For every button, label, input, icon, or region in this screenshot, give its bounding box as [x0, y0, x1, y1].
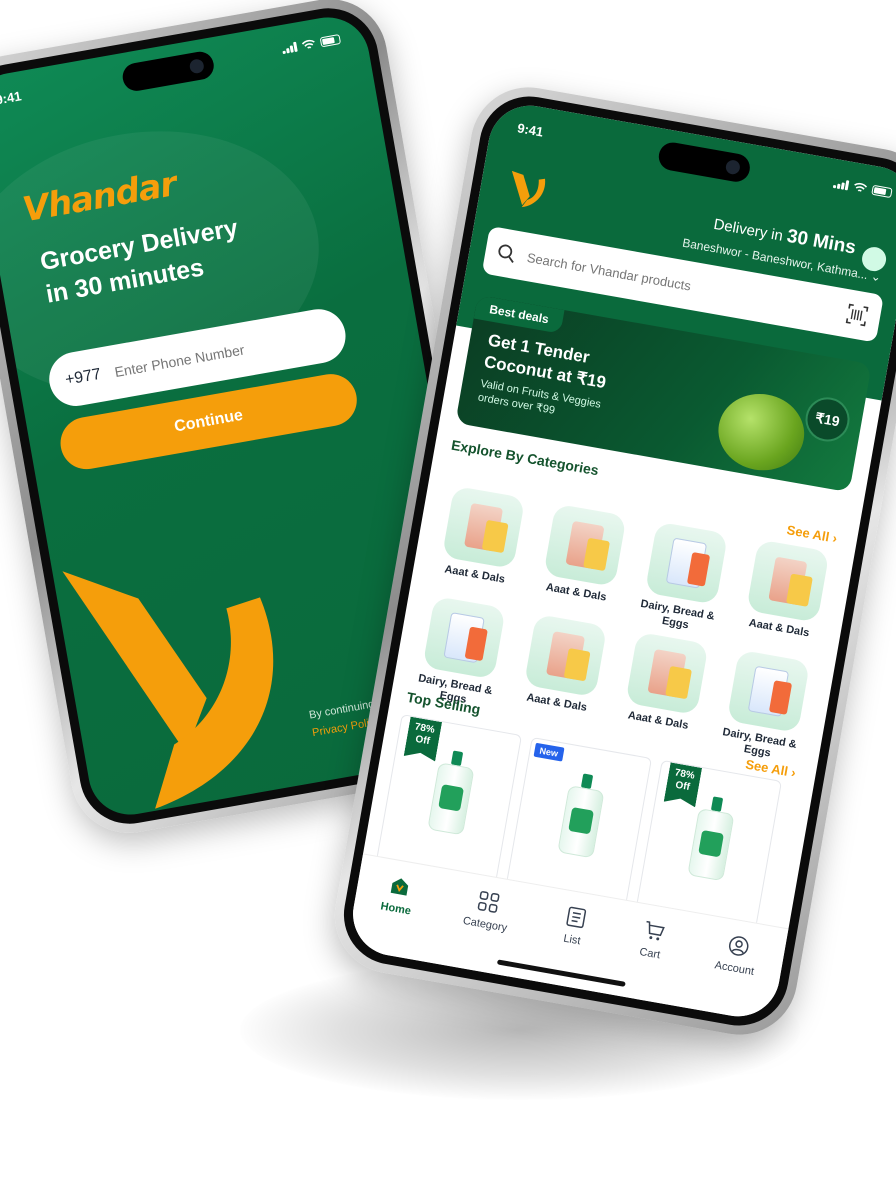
- battery-icon: [319, 34, 342, 48]
- category-item[interactable]: Dairy, Bread & Eggs: [627, 519, 739, 638]
- tab-label: Cart: [638, 945, 662, 962]
- category-image: [726, 649, 810, 733]
- status-bar: 9:41: [0, 25, 368, 115]
- tab-home[interactable]: Home: [373, 871, 418, 958]
- price-badge: ₹19: [802, 393, 854, 445]
- tab-account[interactable]: Account: [707, 930, 761, 1019]
- grid-icon: [474, 887, 504, 917]
- handwash-bottle-image: [557, 771, 605, 859]
- category-image: [441, 485, 525, 569]
- home-screen: 9:41 Delivery in 30 Mins Baneshwor - Ban…: [346, 99, 896, 1023]
- category-image: [542, 503, 627, 587]
- category-image: [745, 539, 830, 623]
- category-image: [644, 521, 728, 605]
- category-item[interactable]: Dairy, Bread & Eggs: [709, 648, 821, 767]
- home-icon: [385, 871, 415, 901]
- tab-cart[interactable]: Cart: [629, 916, 669, 1002]
- category-label: Aaat & Dals: [545, 581, 608, 604]
- tab-label: Home: [379, 900, 412, 918]
- signal-icon: [281, 41, 298, 55]
- battery-icon: [871, 184, 893, 199]
- country-code[interactable]: +977: [64, 366, 103, 390]
- discount-badge: 78% Off: [404, 717, 442, 762]
- category-label: Aaat & Dals: [626, 709, 690, 732]
- wifi-icon: [854, 182, 868, 192]
- category-item[interactable]: Aaat & Dals: [729, 537, 841, 656]
- tab-label: List: [562, 932, 582, 948]
- category-grid: Aaat & Dals Aaat & Dals Dairy, Bread & Egg…: [405, 484, 840, 767]
- category-image: [523, 613, 607, 698]
- category-item[interactable]: Aaat & Dals: [424, 484, 536, 603]
- discount-badge: 78% Off: [664, 762, 702, 807]
- category-label: Aaat & Dals: [443, 563, 506, 586]
- category-image: [624, 631, 709, 716]
- category-item[interactable]: Aaat & Dals: [608, 630, 720, 749]
- status-time: 9:41: [0, 87, 23, 108]
- status-time: 9:41: [516, 119, 545, 140]
- category-label: Aaat & Dals: [747, 616, 811, 640]
- category-image: [421, 595, 506, 680]
- vhandar-v-logo: [511, 170, 546, 208]
- category-item[interactable]: Aaat & Dals: [506, 612, 618, 731]
- brand-v-graphic: [62, 571, 274, 809]
- search-icon: [498, 244, 514, 263]
- categories-see-all-link[interactable]: See All ›: [786, 522, 839, 546]
- user-icon: [723, 931, 753, 961]
- tab-label: Account: [713, 959, 755, 978]
- cart-icon: [639, 916, 669, 946]
- barcode-scan-icon[interactable]: [844, 302, 869, 327]
- tab-label: Category: [461, 914, 508, 935]
- signal-icon: [832, 178, 850, 191]
- category-item[interactable]: Aaat & Dals: [526, 501, 638, 620]
- new-badge: New: [533, 742, 565, 762]
- wifi-icon: [301, 39, 315, 49]
- list-icon: [561, 902, 591, 932]
- category-label: Aaat & Dals: [525, 691, 588, 714]
- coconut-image: [712, 387, 811, 478]
